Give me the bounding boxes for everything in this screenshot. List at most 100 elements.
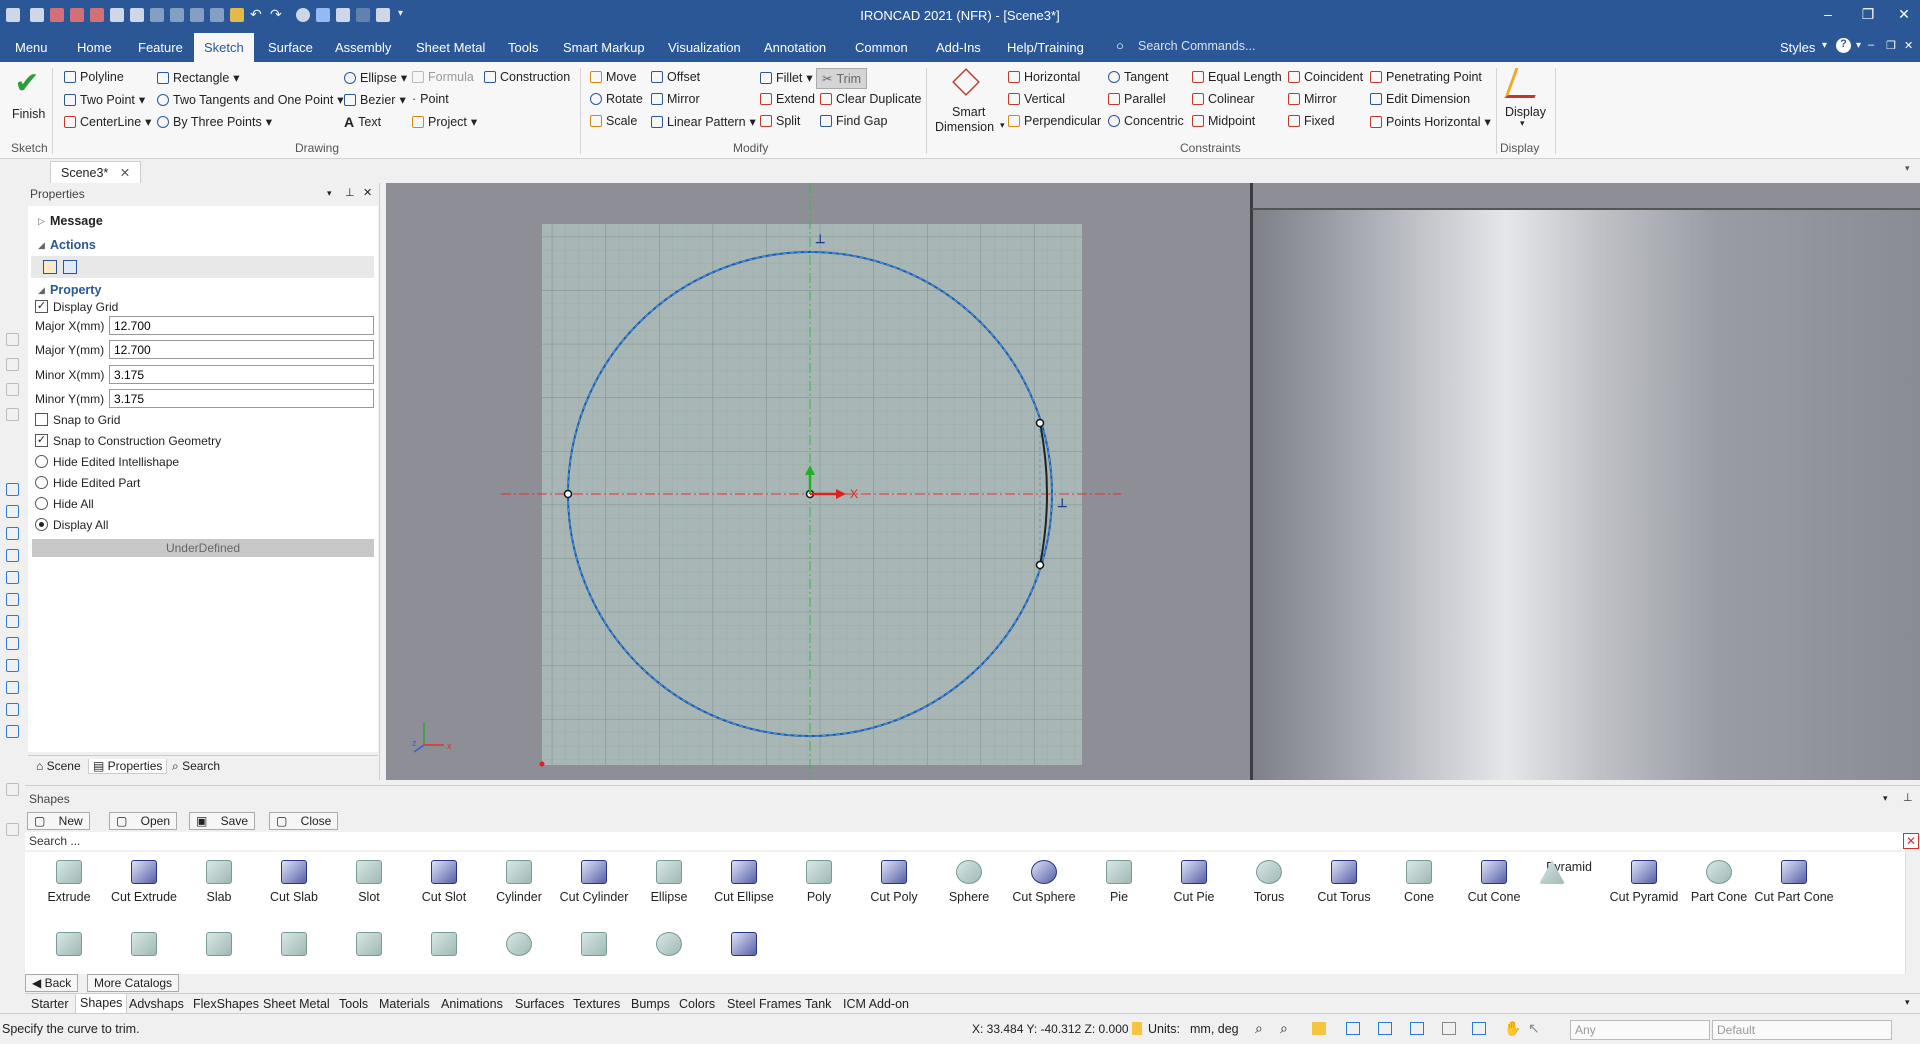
rotate-button[interactable]: Rotate: [590, 92, 643, 106]
help-icon[interactable]: ?: [1836, 38, 1851, 53]
text-button[interactable]: A Text: [344, 114, 381, 130]
catalog-item-slot[interactable]: Slot: [329, 860, 409, 904]
catalog-item-cone[interactable]: Cone: [1379, 860, 1459, 904]
tab-animations[interactable]: Animations: [441, 997, 503, 1011]
minimize-doc-icon[interactable]: –: [1868, 39, 1874, 51]
tab-help-training[interactable]: Help/Training: [1007, 40, 1084, 55]
edit-dimension-button[interactable]: Edit Dimension: [1370, 92, 1470, 106]
tool-icon-4[interactable]: [6, 408, 19, 421]
minor-x-input[interactable]: [109, 365, 374, 384]
minor-y-input[interactable]: [109, 389, 374, 408]
tab-list-chevron-icon[interactable]: ▾: [1905, 163, 1910, 174]
message-section-header[interactable]: Message: [50, 214, 103, 228]
catalog-item-cut-sphere[interactable]: Cut Sphere: [1004, 860, 1084, 904]
display-all-radio[interactable]: [35, 518, 48, 531]
sketch-point-top-right[interactable]: [1035, 418, 1045, 428]
view-icon-2[interactable]: [6, 505, 19, 518]
panel-menu-chevron-icon[interactable]: ▾: [327, 188, 332, 199]
tool-icon-2[interactable]: [6, 358, 19, 371]
two-tangents-button[interactable]: Two Tangents and One Point ▾: [157, 92, 344, 107]
view-icon-5[interactable]: [6, 571, 19, 584]
hide-edited-intellishape-radio[interactable]: [35, 455, 48, 468]
catalog-item-row2[interactable]: [29, 932, 109, 962]
tab-search[interactable]: ⌕ Search: [168, 759, 224, 774]
tab-feature[interactable]: Feature: [138, 40, 183, 55]
shapes-search-input[interactable]: Search ...: [25, 832, 1905, 850]
catalog-item-pyramid[interactable]: Pyramid: [1529, 860, 1609, 884]
find-gap-button[interactable]: Find Gap: [820, 114, 887, 128]
smart-dimension-icon[interactable]: [952, 68, 980, 96]
catalog-item-cut-part-cone[interactable]: Cut Part Cone: [1754, 860, 1834, 904]
coincident-constraint-button[interactable]: Coincident: [1288, 70, 1363, 84]
expand-message-icon[interactable]: ▷: [38, 216, 45, 227]
display-grid-checkbox[interactable]: ✓: [35, 300, 48, 313]
mirror-constraint-button[interactable]: Mirror: [1288, 92, 1337, 106]
by-three-points-button[interactable]: By Three Points ▾: [157, 114, 272, 129]
search-commands-input[interactable]: Search Commands...: [1138, 39, 1255, 53]
zoom-window-icon[interactable]: ⌕: [1280, 1020, 1288, 1037]
extend-button[interactable]: Extend: [760, 92, 815, 106]
display-icon[interactable]: [1504, 68, 1546, 98]
tab-icm-add-on[interactable]: ICM Add-on: [843, 997, 909, 1011]
catalog-scrollbar[interactable]: [1905, 852, 1920, 974]
property-section-header[interactable]: Property: [50, 283, 101, 297]
display-button[interactable]: Display: [1505, 105, 1546, 119]
point-button[interactable]: · Point: [412, 92, 449, 106]
more-catalogs-button[interactable]: More Catalogs: [87, 974, 180, 992]
tab-annotation[interactable]: Annotation: [764, 40, 826, 55]
tab-steel-frames[interactable]: Steel Frames: [727, 997, 801, 1011]
clear-search-icon[interactable]: ✕: [1903, 833, 1919, 849]
smart-dimension-chevron-icon[interactable]: ▾: [1000, 120, 1005, 131]
restore-doc-icon[interactable]: ❐: [1886, 39, 1896, 52]
catalog-item-sphere[interactable]: Sphere: [929, 860, 1009, 904]
catalog-item-cut-extrude[interactable]: Cut Extrude: [104, 860, 184, 904]
tangent-constraint-button[interactable]: Tangent: [1108, 70, 1168, 84]
catalog-item-row2[interactable]: [479, 932, 559, 962]
view-icon-6[interactable]: [6, 593, 19, 606]
tab-sheet-metal-catalog[interactable]: Sheet Metal: [263, 997, 330, 1011]
document-tab-scene3[interactable]: Scene3* ✕: [50, 161, 142, 183]
move-button[interactable]: Move: [590, 70, 637, 84]
tab-shapes[interactable]: Shapes: [75, 994, 128, 1014]
view-icon-8[interactable]: [6, 637, 19, 650]
display-chevron-icon[interactable]: ▾: [1520, 118, 1525, 129]
offset-button[interactable]: Offset: [651, 70, 700, 84]
rectangle-button[interactable]: Rectangle ▾: [157, 70, 240, 85]
view-icon-4[interactable]: [6, 549, 19, 562]
finish-button[interactable]: Finish: [12, 107, 45, 121]
measure-icon[interactable]: [1442, 1022, 1456, 1035]
table-action-icon[interactable]: [63, 260, 77, 274]
tool-icon-6[interactable]: [6, 823, 19, 836]
smart-dimension-label-1[interactable]: Smart: [952, 105, 985, 119]
catalog-item-row2[interactable]: [629, 932, 709, 962]
clear-duplicate-button[interactable]: Clear Duplicate: [820, 92, 921, 106]
polyline-button[interactable]: Polyline: [64, 70, 124, 84]
units-value[interactable]: mm, deg: [1190, 1022, 1239, 1036]
major-y-input[interactable]: [109, 340, 374, 359]
tab-advshaps[interactable]: Advshaps: [129, 997, 184, 1011]
shapes-menu-chevron-icon[interactable]: ▾: [1883, 793, 1888, 804]
catalog-item-cut-slot[interactable]: Cut Slot: [404, 860, 484, 904]
catalog-item-cut-pyramid[interactable]: Cut Pyramid: [1604, 860, 1684, 904]
minimize-button[interactable]: –: [1808, 3, 1848, 27]
tab-visualization[interactable]: Visualization: [668, 40, 741, 55]
tab-sheet-metal[interactable]: Sheet Metal: [416, 40, 485, 55]
ellipse-button[interactable]: Ellipse ▾: [344, 70, 407, 85]
pointer-icon[interactable]: ↖: [1528, 1020, 1540, 1037]
colinear-constraint-button[interactable]: Colinear: [1192, 92, 1255, 106]
close-panel-icon[interactable]: ✕: [363, 186, 372, 199]
catalog-item-cut-slab[interactable]: Cut Slab: [254, 860, 334, 904]
3d-viewport[interactable]: X ⊥ ⊥ x z: [386, 183, 1920, 780]
tab-textures[interactable]: Textures: [573, 997, 620, 1011]
view-icon-7[interactable]: [6, 615, 19, 628]
tab-properties[interactable]: ▤ Properties: [88, 759, 168, 774]
construction-button[interactable]: Construction: [484, 70, 570, 84]
selection-mode-icon[interactable]: [1378, 1022, 1392, 1035]
tab-colors[interactable]: Colors: [679, 997, 715, 1011]
actions-section-header[interactable]: Actions: [50, 238, 96, 252]
midpoint-constraint-button[interactable]: Midpoint: [1192, 114, 1255, 128]
catalog-item-extrude[interactable]: Extrude: [29, 860, 109, 904]
sketch-canvas[interactable]: X ⊥ ⊥ x z: [386, 183, 1920, 780]
maximize-button[interactable]: ❐: [1848, 3, 1888, 27]
catalog-item-row2[interactable]: [704, 932, 784, 962]
